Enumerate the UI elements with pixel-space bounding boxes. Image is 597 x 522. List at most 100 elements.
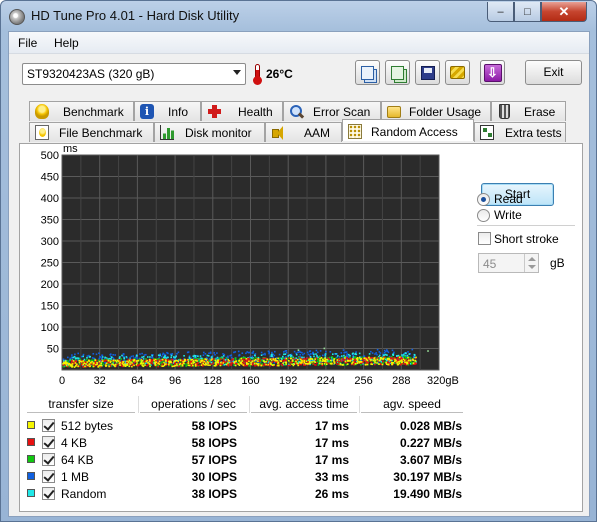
series-checkbox[interactable]	[42, 453, 55, 466]
data-point	[407, 356, 409, 359]
data-point	[339, 356, 341, 358]
spin-down-icon[interactable]	[528, 265, 536, 269]
data-point	[376, 348, 379, 351]
data-point	[397, 354, 400, 357]
speed-cell: 0.028 MB/s	[399, 419, 462, 433]
tab-extra-tests[interactable]: Extra tests	[474, 122, 566, 142]
data-point	[291, 359, 294, 361]
data-point	[269, 358, 272, 360]
data-point	[315, 353, 317, 355]
tab-random-access[interactable]: Random Access	[342, 119, 474, 141]
data-point	[209, 352, 212, 354]
series-checkbox[interactable]	[42, 487, 55, 500]
data-point	[227, 362, 229, 364]
read-radio-dot[interactable]	[477, 193, 490, 206]
data-point	[378, 363, 380, 365]
write-radio-dot[interactable]	[477, 209, 490, 222]
data-point	[413, 353, 416, 356]
data-point	[149, 358, 151, 361]
minimize-button[interactable]: –	[487, 2, 514, 22]
data-point	[350, 358, 353, 360]
short-stroke-spinner[interactable]: 45	[478, 253, 539, 273]
data-point	[374, 361, 376, 364]
data-point	[301, 351, 303, 354]
title-bar[interactable]: HD Tune Pro 4.01 - Hard Disk Utility – □…	[1, 1, 596, 31]
data-point	[150, 356, 153, 359]
series-checkbox[interactable]	[42, 470, 55, 483]
data-point	[260, 351, 263, 354]
close-button[interactable]: ✕	[541, 2, 587, 22]
data-point	[284, 353, 287, 355]
speed-cell: 30.197 MB/s	[393, 470, 462, 484]
data-point	[233, 364, 235, 366]
data-point	[183, 362, 185, 364]
spinner-arrows[interactable]	[524, 254, 538, 272]
data-point	[158, 356, 160, 358]
tab-extra-tests-label: Extra tests	[505, 126, 562, 140]
data-point	[193, 361, 195, 364]
data-point	[84, 365, 86, 367]
series-checkbox[interactable]	[42, 436, 55, 449]
data-point	[130, 355, 133, 358]
data-point	[408, 359, 410, 362]
data-point	[122, 361, 124, 363]
data-point	[402, 358, 405, 360]
data-point	[89, 355, 91, 358]
data-point	[174, 364, 176, 367]
table-row: 512 bytes 58 IOPS 17 ms 0.028 MB/s	[27, 417, 463, 434]
data-point	[401, 361, 403, 363]
data-point	[222, 355, 225, 357]
data-point	[385, 363, 388, 365]
data-point	[270, 355, 273, 358]
data-point	[217, 359, 219, 361]
data-point	[147, 356, 149, 358]
series-color-swatch	[27, 489, 35, 497]
tab-erase[interactable]: Erase	[491, 101, 566, 121]
data-point	[396, 361, 398, 364]
data-point	[227, 355, 229, 358]
data-point	[198, 364, 201, 367]
data-point	[62, 358, 65, 361]
data-point	[181, 364, 184, 367]
data-point	[407, 358, 410, 360]
data-point	[195, 365, 197, 367]
series-checkbox[interactable]	[42, 419, 55, 432]
short-stroke-checkbox[interactable]	[478, 232, 491, 245]
data-point	[199, 355, 202, 357]
data-point	[382, 360, 384, 363]
data-point	[281, 364, 284, 367]
data-point	[133, 364, 135, 367]
exit-button[interactable]: Exit	[525, 60, 582, 85]
data-point	[203, 351, 205, 354]
data-point	[380, 361, 383, 363]
download-button[interactable]: ⇩	[480, 60, 505, 85]
data-point	[149, 356, 151, 358]
data-point	[91, 361, 93, 363]
data-point	[319, 358, 321, 360]
data-point	[214, 365, 217, 367]
maximize-button[interactable]: □	[514, 2, 541, 22]
data-point	[216, 361, 219, 363]
data-point	[391, 361, 393, 364]
spin-up-icon[interactable]	[528, 257, 536, 261]
data-point	[225, 357, 228, 360]
data-point	[82, 363, 85, 366]
data-point	[298, 351, 301, 353]
data-point	[244, 361, 247, 364]
x-tick-label: 320gB	[427, 375, 459, 387]
data-point	[71, 354, 73, 356]
data-point	[409, 357, 412, 359]
data-point	[328, 358, 330, 360]
window-title: HD Tune Pro 4.01 - Hard Disk Utility	[31, 8, 240, 23]
data-point	[133, 360, 135, 362]
data-point	[392, 358, 395, 361]
data-point	[167, 352, 169, 355]
data-point	[119, 364, 121, 366]
data-point	[65, 360, 67, 362]
data-point	[72, 356, 74, 359]
data-point	[83, 358, 86, 361]
data-point	[325, 350, 327, 353]
data-point	[375, 352, 377, 354]
data-point	[358, 357, 361, 359]
data-point	[258, 360, 261, 363]
